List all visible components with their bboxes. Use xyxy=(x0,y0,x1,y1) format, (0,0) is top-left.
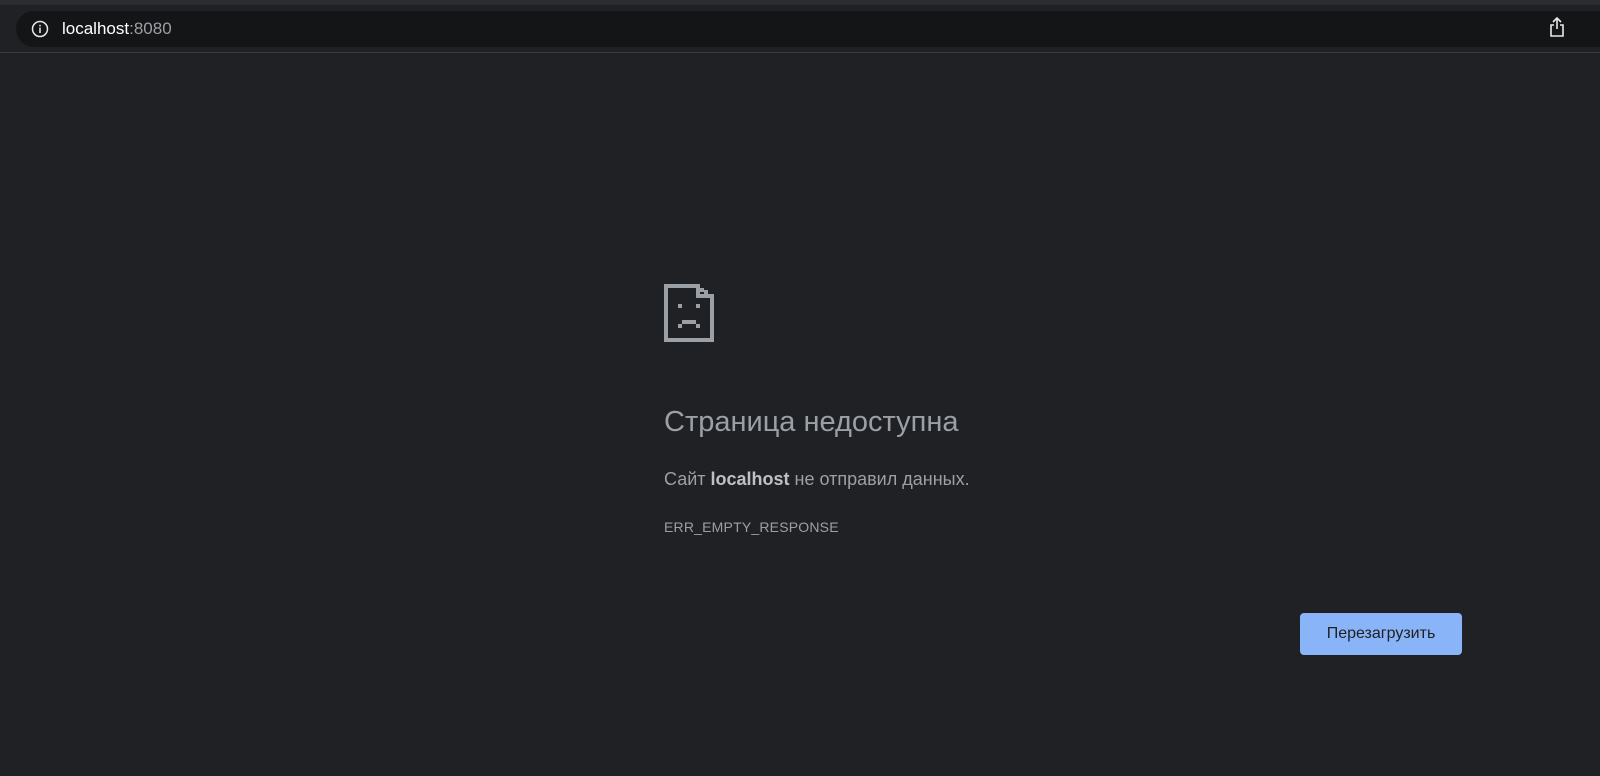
error-page: Страница недоступна Сайт localhost не от… xyxy=(0,54,1600,776)
reload-button[interactable]: Перезагрузить xyxy=(1300,613,1462,655)
url-host: localhost xyxy=(62,19,130,38)
error-code: ERR_EMPTY_RESPONSE xyxy=(664,519,839,535)
info-circle-icon[interactable] xyxy=(30,19,50,39)
page-title: Страница недоступна xyxy=(664,406,959,438)
url-port: :8080 xyxy=(129,19,172,38)
share-icon[interactable] xyxy=(1548,16,1566,38)
summary-prefix: Сайт xyxy=(664,469,711,489)
error-summary: Сайт localhost не отправил данных. xyxy=(664,469,970,490)
address-bar[interactable]: localhost:8080 xyxy=(16,11,1600,47)
summary-suffix: не отправил данных. xyxy=(789,469,970,489)
url-text[interactable]: localhost:8080 xyxy=(62,20,172,38)
summary-host: localhost xyxy=(710,469,790,489)
sad-page-icon xyxy=(664,284,714,342)
browser-toolbar: localhost:8080 xyxy=(0,5,1600,53)
